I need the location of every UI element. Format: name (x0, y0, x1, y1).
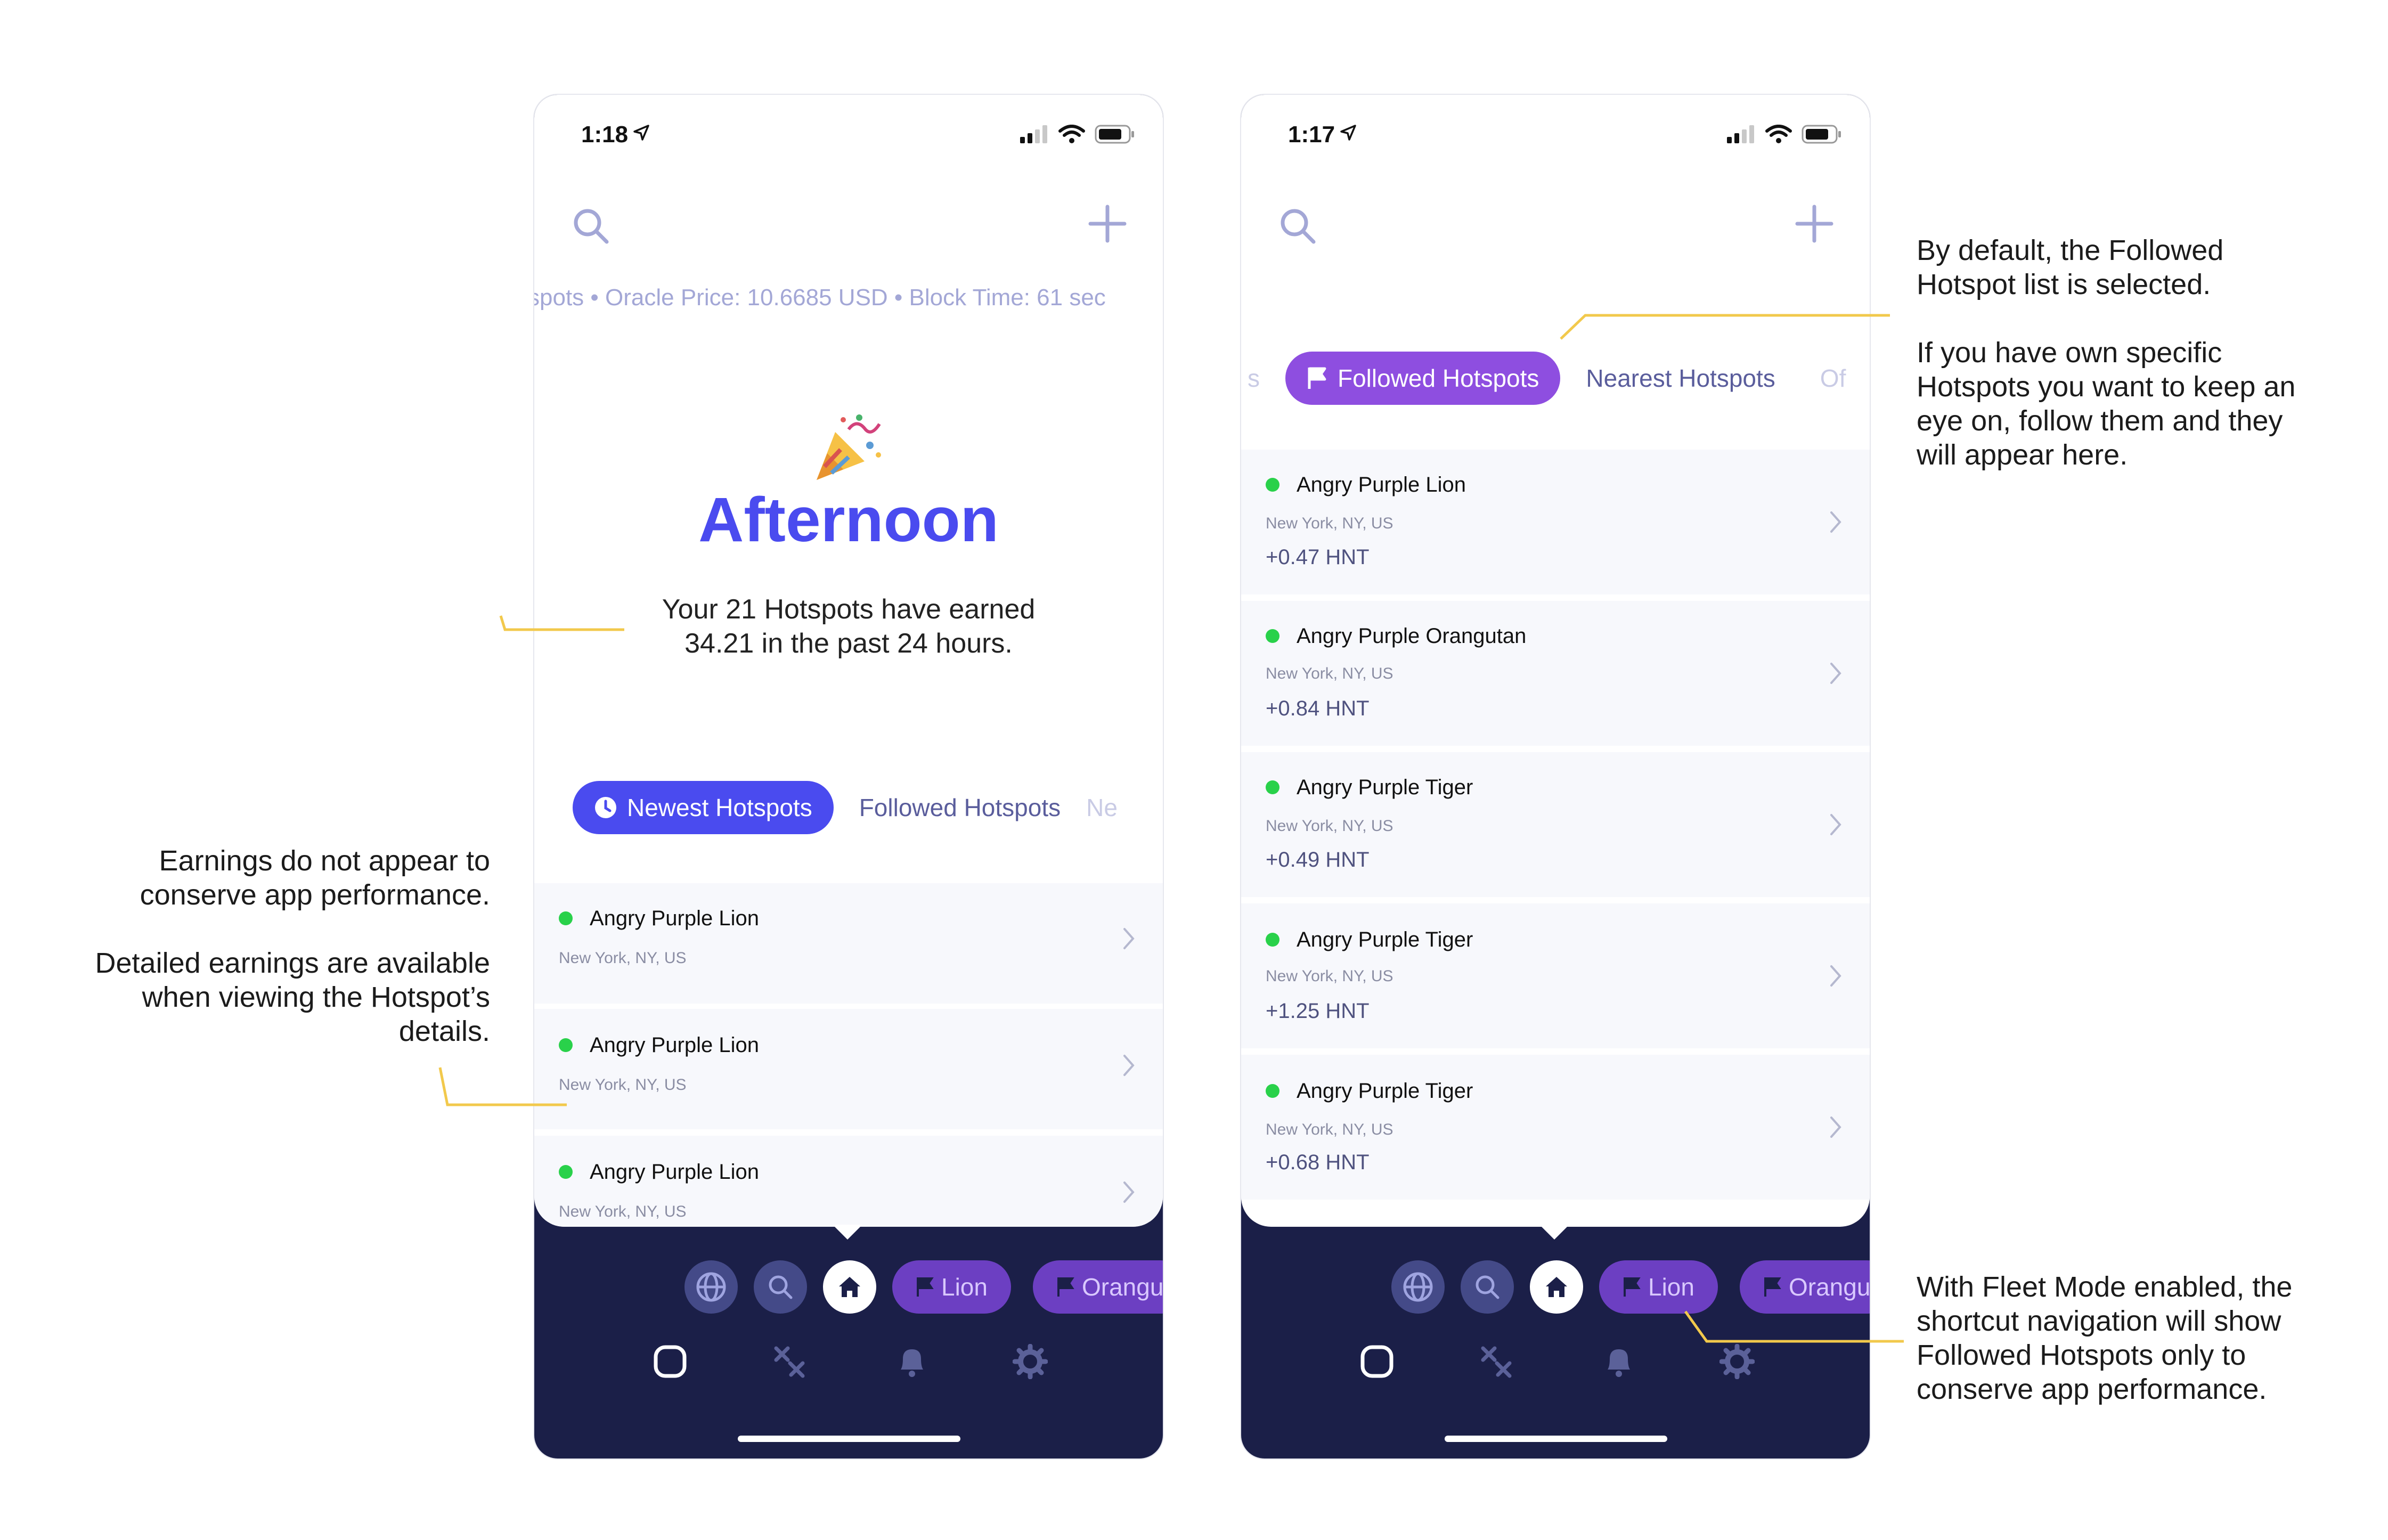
callout-line-fleet (1684, 1310, 1904, 1343)
annotation-line: details. (398, 1015, 490, 1047)
annotation-line: Earnings do not appear to (159, 845, 490, 877)
callout-line-earnings (499, 615, 624, 631)
annotation-line: Hotspots you want to keep an (1917, 371, 2296, 403)
annotation-line: when viewing the Hotspot’s (142, 981, 490, 1013)
annotation-line: conserve app performance. (140, 879, 490, 911)
callout-line-followed (1560, 314, 1890, 340)
annotation-line: With Fleet Mode enabled, the (1917, 1271, 2293, 1303)
annotation-line: shortcut navigation will show (1917, 1305, 2281, 1337)
callout-line-details (438, 1067, 567, 1106)
annotation-line: Detailed earnings are available (95, 947, 490, 979)
earnings-annotation: Earnings do not appear to conserve app p… (48, 844, 490, 1048)
annotation-line: Hotspot list is selected. (1917, 268, 2211, 300)
annotation-line: By default, the Followed (1917, 234, 2224, 266)
fleet-mode-annotation: With Fleet Mode enabled, the shortcut na… (1917, 1270, 2375, 1406)
annotation-line: will appear here. (1917, 439, 2128, 471)
annotation-line: Followed Hotspots only to (1917, 1339, 2246, 1371)
followed-annotation: By default, the Followed Hotspot list is… (1917, 233, 2375, 472)
annotation-line: If you have own specific (1917, 337, 2222, 369)
annotation-line: eye on, follow them and they (1917, 405, 2283, 437)
annotation-line: conserve app performance. (1917, 1373, 2267, 1405)
